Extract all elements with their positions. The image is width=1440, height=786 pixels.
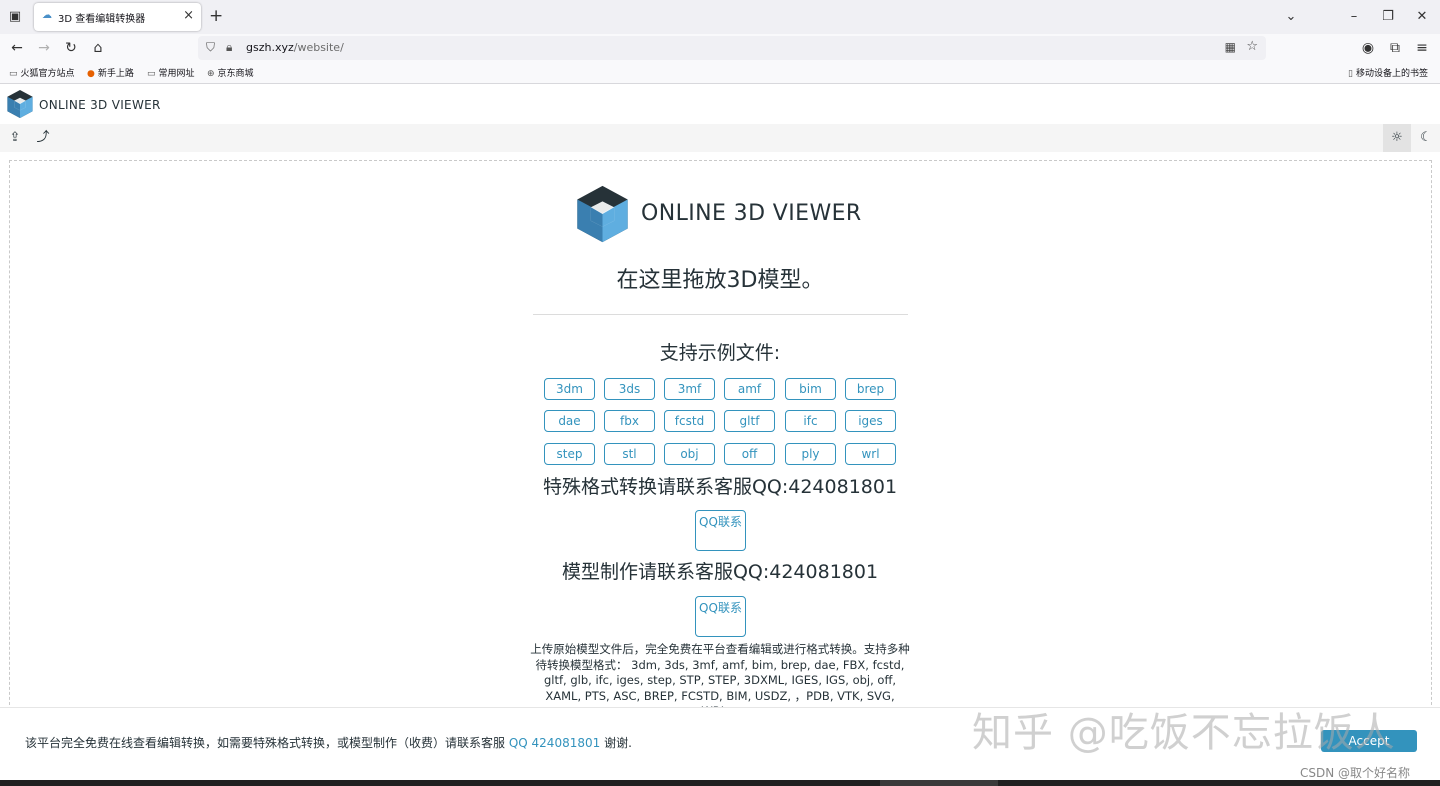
- examples-title: 支持示例文件:: [659, 342, 781, 364]
- bookmark-item[interactable]: ● 新手上路: [87, 66, 134, 79]
- qq-contact-button[interactable]: QQ联系: [695, 510, 746, 551]
- taskbar: [0, 780, 1440, 786]
- tab-list-icon[interactable]: ▣: [6, 8, 24, 26]
- bookmark-star-icon[interactable]: ☆: [1246, 39, 1258, 54]
- bookmark-item[interactable]: ▭ 常用网址: [147, 66, 195, 79]
- intro-logo-icon: [577, 185, 628, 243]
- shield-icon[interactable]: ⛉: [206, 40, 215, 55]
- example-file-button[interactable]: ply: [785, 443, 836, 465]
- example-file-button[interactable]: step: [544, 443, 595, 465]
- url-text: gszh.xyz/website/: [246, 41, 344, 54]
- special-format-contact: 特殊格式转换请联系客服QQ:424081801: [542, 476, 898, 498]
- menu-icon[interactable]: ≡: [1413, 39, 1431, 57]
- bookmark-item[interactable]: ▭ 火狐官方站点: [9, 66, 75, 79]
- tab-title: 3D 查看编辑转换器: [58, 14, 146, 25]
- folder-icon: ▭: [9, 69, 18, 79]
- dark-mode-icon[interactable]: ☾: [1417, 129, 1435, 147]
- bookmark-item[interactable]: ⊕ 京东商城: [207, 66, 254, 79]
- example-file-button[interactable]: dae: [544, 410, 595, 432]
- example-file-button[interactable]: off: [724, 443, 775, 465]
- globe-icon: ⊕: [207, 69, 215, 79]
- qq-link[interactable]: QQ 424081801: [509, 736, 600, 750]
- example-file-button[interactable]: 3dm: [544, 378, 595, 400]
- example-file-button[interactable]: obj: [664, 443, 715, 465]
- example-file-button[interactable]: 3mf: [664, 378, 715, 400]
- app-toolbar: ⇪ ⤴ ☼ ☾: [0, 124, 1440, 152]
- navigation-bar: ← → ↻ ⌂ ⛉ 🔒︎ gszh.xyz/website/ ▦ ☆ ◉ ⧉ ≡: [0, 34, 1440, 62]
- drop-instruction: 在这里拖放3D模型。: [616, 268, 824, 293]
- mobile-bookmarks[interactable]: ▯ 移动设备上的书签: [1348, 66, 1428, 79]
- open-file-icon[interactable]: ⇪: [6, 129, 24, 147]
- app-header: ONLINE 3D VIEWER: [0, 85, 1440, 124]
- example-file-button[interactable]: gltf: [724, 410, 775, 432]
- reload-icon[interactable]: ↻: [62, 39, 80, 57]
- forward-icon[interactable]: →: [35, 39, 53, 57]
- example-file-button[interactable]: amf: [724, 378, 775, 400]
- divider: [533, 314, 908, 315]
- bookmarks-bar: ▭ 火狐官方站点 ● 新手上路 ▭ 常用网址 ⊕ 京东商城 ▯ 移动设备上的书签: [0, 62, 1440, 84]
- lock-icon[interactable]: 🔒︎: [226, 40, 232, 55]
- example-file-button[interactable]: 3ds: [604, 378, 655, 400]
- minimize-icon[interactable]: –: [1345, 8, 1363, 26]
- example-file-button[interactable]: stl: [604, 443, 655, 465]
- open-url-icon[interactable]: ⤴: [34, 129, 52, 147]
- app-title[interactable]: ONLINE 3D VIEWER: [39, 98, 161, 112]
- new-tab-icon[interactable]: +: [209, 8, 223, 25]
- taskbar-active-item[interactable]: [880, 780, 998, 786]
- cloud-favicon-icon: ☁: [42, 10, 52, 21]
- example-file-button[interactable]: fcstd: [664, 410, 715, 432]
- folder-icon: ▭: [147, 69, 156, 79]
- chevron-down-icon[interactable]: ⌄: [1282, 8, 1300, 26]
- home-icon[interactable]: ⌂: [89, 39, 107, 57]
- example-file-button[interactable]: iges: [845, 410, 896, 432]
- close-tab-icon[interactable]: ×: [183, 9, 194, 23]
- csdn-watermark: CSDN @取个好名称: [1300, 766, 1411, 780]
- browser-tab[interactable]: ☁ 3D 查看编辑转换器 ×: [34, 3, 201, 31]
- example-file-button[interactable]: bim: [785, 378, 836, 400]
- example-file-button[interactable]: fbx: [604, 410, 655, 432]
- mobile-icon: ▯: [1348, 69, 1353, 79]
- example-file-button[interactable]: ifc: [785, 410, 836, 432]
- browser-tab-bar: ▣ ☁ 3D 查看编辑转换器 × + ⌄ – ❐ ✕: [0, 0, 1440, 34]
- model-making-contact: 模型制作请联系客服QQ:424081801: [561, 561, 879, 583]
- light-mode-icon[interactable]: ☼: [1383, 124, 1411, 152]
- example-file-button[interactable]: brep: [845, 378, 896, 400]
- zhihu-watermark: 知乎 @吃饭不忘拉饭人: [972, 710, 1396, 756]
- extensions-icon[interactable]: ⧉: [1386, 39, 1404, 57]
- notice-text: 该平台完全免费在线查看编辑转换，如需要特殊格式转换，或模型制作（收费）请联系客服…: [25, 736, 632, 750]
- example-file-button[interactable]: wrl: [845, 443, 896, 465]
- address-bar[interactable]: ⛉ 🔒︎ gszh.xyz/website/ ▦ ☆: [198, 36, 1266, 60]
- account-icon[interactable]: ◉: [1359, 39, 1377, 57]
- back-icon[interactable]: ←: [8, 39, 26, 57]
- qq-contact-button[interactable]: QQ联系: [695, 596, 746, 637]
- restore-icon[interactable]: ❐: [1379, 8, 1397, 26]
- firefox-icon: ●: [87, 69, 95, 79]
- app-logo-icon[interactable]: [6, 89, 34, 119]
- close-window-icon[interactable]: ✕: [1413, 8, 1431, 26]
- qr-code-icon[interactable]: ▦: [1225, 40, 1236, 54]
- intro-title: ONLINE 3D VIEWER: [641, 201, 862, 226]
